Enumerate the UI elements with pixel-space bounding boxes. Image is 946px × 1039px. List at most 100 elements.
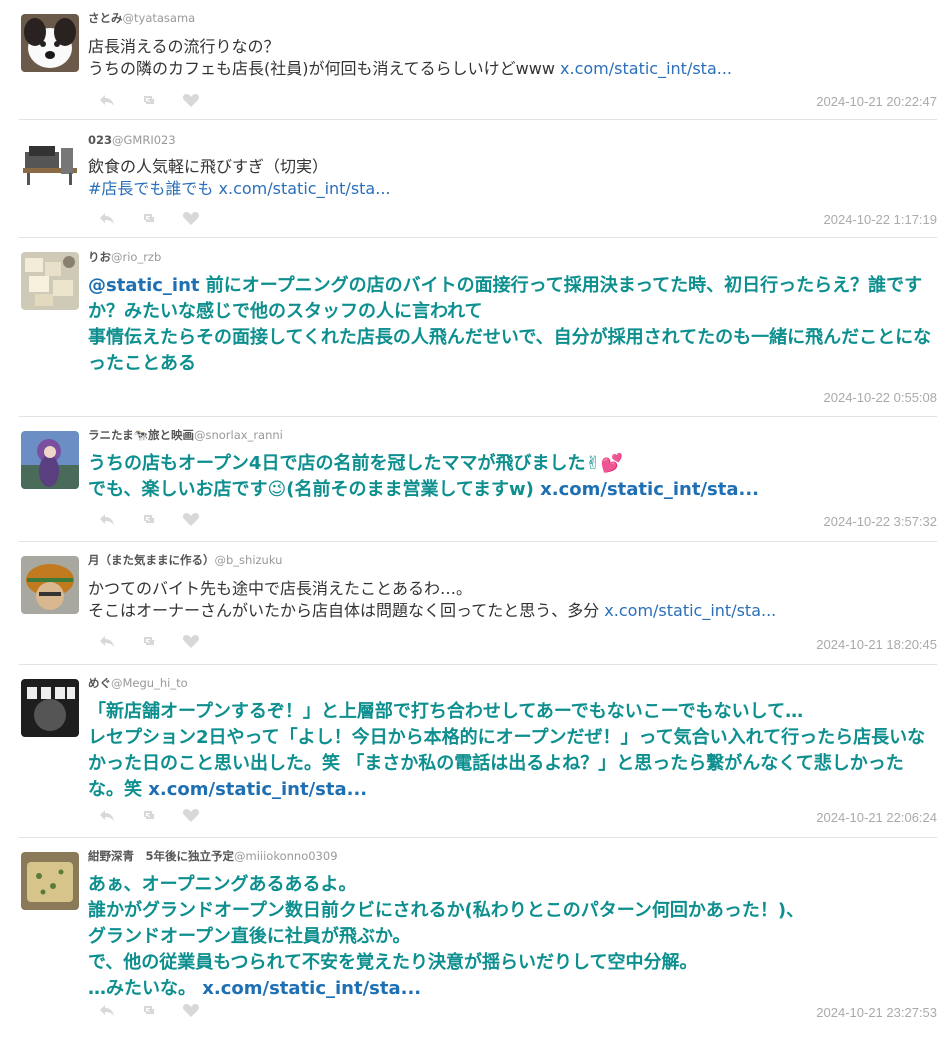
dark-logo-avatar <box>21 679 79 737</box>
avatar[interactable] <box>21 679 79 737</box>
author-handle[interactable]: @Megu_hi_to <box>111 676 188 690</box>
author-handle[interactable]: @rio_rzb <box>111 250 161 264</box>
tweet-text: かつてのバイト先も途中で店長消えたことあるわ…。 そこはオーナーさんがいたから店… <box>88 578 937 622</box>
retweet-icon[interactable] <box>140 92 158 108</box>
tweet-text-line: うちの隣のカフェも店長(社員)が何回も消えてるらしいけどwww <box>88 59 561 78</box>
retweet-icon[interactable] <box>140 1002 158 1018</box>
avatar[interactable] <box>21 252 79 310</box>
tweet-text-line: そこはオーナーさんがいたから店自体は問題なく回ってたと思う、多分 <box>88 601 605 620</box>
tweet-text: 「新店舗オープンするぞ！」と上層部で打ち合わせしてあーでもないこーでもないして…… <box>88 699 937 803</box>
author-handle[interactable]: @miiiokonno0309 <box>234 849 338 863</box>
avatar[interactable] <box>21 556 79 614</box>
tweet-author: 紺野深青 5年後に独立予定@miiiokonno0309 <box>88 849 937 864</box>
reply-icon[interactable] <box>98 511 116 527</box>
tweet-item: 紺野深青 5年後に独立予定@miiiokonno0309 あぁ、オープニングある… <box>19 838 937 1039</box>
mention-link[interactable]: @static_int <box>88 275 200 296</box>
tweet-timestamp[interactable]: 2024-10-21 23:27:53 <box>816 1005 937 1020</box>
tweet-text-line: 店長消えるの流行りなの？ <box>88 37 280 56</box>
like-icon[interactable] <box>182 92 200 108</box>
author-handle[interactable]: @tyatasama <box>123 11 196 25</box>
avatar[interactable] <box>21 852 79 910</box>
tweet-text-line: 飲食の人気軽に飛びすぎ（切実） <box>88 157 329 176</box>
tweet-text: 店長消えるの流行りなの？ うちの隣のカフェも店長(社員)が何回も消えてるらしいけ… <box>88 36 937 80</box>
dog-photo-avatar <box>21 14 79 72</box>
author-name[interactable]: さとみ <box>88 11 123 25</box>
tweet-actions <box>98 633 200 649</box>
author-name[interactable]: ラニたま🐄旅と映画 <box>88 428 194 442</box>
tweet-text-line: で、他の従業員もつられて不安を覚えたり決意が揺らいだりして空中分解。 <box>88 952 698 973</box>
tweet-item: さとみ@tyatasama 店長消えるの流行りなの？ うちの隣のカフェも店長(社… <box>19 0 937 120</box>
tweet-text: あぁ、オープニングあるあるよ。 誰かがグランドオープン数日前クビにされるか(私わ… <box>88 872 937 1002</box>
hat-illustration-avatar <box>21 556 79 614</box>
tweet-text: 飲食の人気軽に飛びすぎ（切実） #店長でも誰でも x.com/static_in… <box>88 156 937 200</box>
tweet-text-line: …みたいな。 <box>88 978 203 999</box>
tweet-actions <box>98 807 200 823</box>
tweet-actions <box>98 210 200 226</box>
tweet-text-line: 「新店舗オープンするぞ！」と上層部で打ち合わせしてあーでもないこーでもないして… <box>88 701 804 722</box>
author-name[interactable]: 紺野深青 5年後に独立予定 <box>88 849 234 863</box>
tweet-link[interactable]: x.com/static_int/sta... <box>560 59 732 78</box>
tweet-timestamp[interactable]: 2024-10-22 1:17:19 <box>824 212 937 227</box>
tweet-link[interactable]: x.com/static_int/sta... <box>540 479 759 500</box>
retweet-icon[interactable] <box>140 511 158 527</box>
reply-icon[interactable] <box>98 807 116 823</box>
tweet-text-line: でも、楽しいお店です😉(名前そのまま営業してますw) <box>88 479 541 500</box>
avatar[interactable] <box>21 431 79 489</box>
author-name[interactable]: りお <box>88 250 111 264</box>
tweet-link[interactable]: x.com/static_int/sta... <box>604 601 776 620</box>
hashtag-link[interactable]: #店長でも誰でも <box>88 179 213 198</box>
tweet-text-line: 事情伝えたらその面接してくれた店長の人飛んだせいで、自分が採用されてたのも一緒に… <box>88 327 932 374</box>
food-photo-avatar <box>21 252 79 310</box>
tweet-text-line: うちの店もオープン4日で店の名前を冠したママが飛びました✌💕 <box>88 453 623 474</box>
author-name[interactable]: 月（また気ままに作る） <box>88 553 215 567</box>
author-handle[interactable]: @b_shizuku <box>215 553 283 567</box>
author-handle[interactable]: @snorlax_ranni <box>194 428 283 442</box>
avatar[interactable] <box>21 134 79 192</box>
tweet-actions <box>98 92 200 108</box>
tweet-author: めぐ@Megu_hi_to <box>88 676 937 691</box>
tweet-author: ラニたま🐄旅と映画@snorlax_ranni <box>88 428 937 443</box>
tweet-actions <box>98 511 200 527</box>
retweet-icon[interactable] <box>140 210 158 226</box>
tweet-item: 月（また気ままに作る）@b_shizuku かつてのバイト先も途中で店長消えたこ… <box>19 542 937 665</box>
tweet-link[interactable]: x.com/static_int/sta... <box>148 779 367 800</box>
tweet-actions <box>98 1002 200 1018</box>
tweet-author: りお@rio_rzb <box>88 250 937 265</box>
tweet-link[interactable]: x.com/static_int/sta... <box>219 179 391 198</box>
tweet-text: うちの店もオープン4日で店の名前を冠したママが飛びました✌💕 でも、楽しいお店で… <box>88 451 937 503</box>
reply-icon[interactable] <box>98 92 116 108</box>
author-handle[interactable]: @GMRI023 <box>112 133 176 147</box>
tweet-item: りお@rio_rzb @static_int 前にオープニングの店のバイトの面接… <box>19 238 937 417</box>
retweet-icon[interactable] <box>140 807 158 823</box>
like-icon[interactable] <box>182 511 200 527</box>
tweet-author: さとみ@tyatasama <box>88 11 937 26</box>
desk-photo-avatar <box>21 134 79 192</box>
tweet-text-line: あぁ、オープニングあるあるよ。 <box>88 874 357 895</box>
anime-photo-avatar <box>21 431 79 489</box>
tweet-text-line: 誰かがグランドオープン数日前クビにされるか(私わりとこのパターン何回かあった！)… <box>88 900 805 921</box>
author-name[interactable]: 023 <box>88 133 112 147</box>
reply-icon[interactable] <box>98 633 116 649</box>
tweet-timestamp[interactable]: 2024-10-21 22:06:24 <box>816 810 937 825</box>
tweet-text-line: かつてのバイト先も途中で店長消えたことあるわ…。 <box>88 579 473 598</box>
like-icon[interactable] <box>182 210 200 226</box>
tweet-text-line: 前にオープニングの店のバイトの面接行って採用決まってた時、初日行ったらえ？誰です… <box>88 275 923 322</box>
tweet-link[interactable]: x.com/static_int/sta... <box>202 978 421 999</box>
tweet-timestamp[interactable]: 2024-10-21 18:20:45 <box>816 637 937 652</box>
reply-icon[interactable] <box>98 1002 116 1018</box>
tweet-item: ラニたま🐄旅と映画@snorlax_ranni うちの店もオープン4日で店の名前… <box>19 417 937 542</box>
tweet-author: 023@GMRI023 <box>88 133 937 148</box>
tweet-author: 月（また気ままに作る）@b_shizuku <box>88 553 937 568</box>
like-icon[interactable] <box>182 807 200 823</box>
tweet-timestamp[interactable]: 2024-10-22 0:55:08 <box>824 390 937 405</box>
reply-icon[interactable] <box>98 210 116 226</box>
tweet-timestamp[interactable]: 2024-10-22 3:57:32 <box>824 514 937 529</box>
retweet-icon[interactable] <box>140 633 158 649</box>
tweet-text: @static_int 前にオープニングの店のバイトの面接行って採用決まってた時… <box>88 273 937 377</box>
tweet-timestamp[interactable]: 2024-10-21 20:22:47 <box>816 94 937 109</box>
tweet-text-line: グランドオープン直後に社員が飛ぶか。 <box>88 926 411 947</box>
author-name[interactable]: めぐ <box>88 676 111 690</box>
like-icon[interactable] <box>182 633 200 649</box>
avatar[interactable] <box>21 14 79 72</box>
like-icon[interactable] <box>182 1002 200 1018</box>
